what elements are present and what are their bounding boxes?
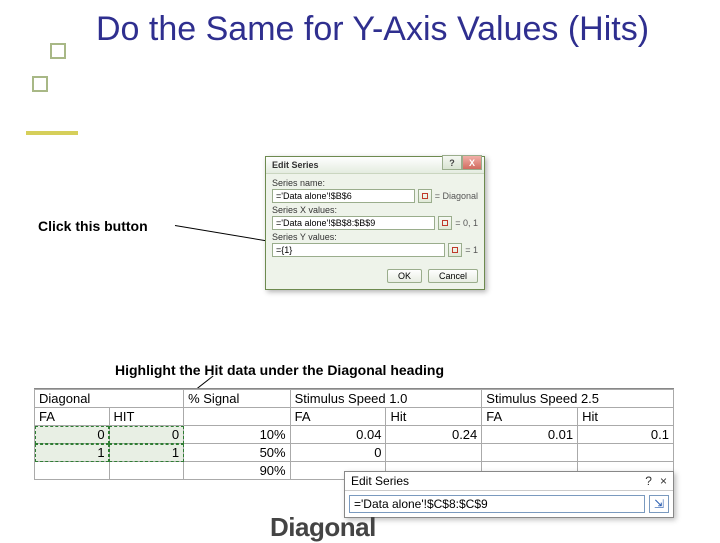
collapse-icon xyxy=(422,193,428,199)
data-row: 0 0 10% 0.04 0.24 0.01 0.1 xyxy=(35,426,674,444)
col-s10-hit: Hit xyxy=(386,408,482,426)
col-diag-fa: FA xyxy=(35,408,110,426)
collapse-y-button[interactable] xyxy=(448,243,462,257)
ok-button[interactable]: OK xyxy=(387,269,422,283)
cell-s10-hit[interactable] xyxy=(386,444,482,462)
collapse-icon xyxy=(442,220,448,226)
dialog-titlebar[interactable]: Edit Series ? X xyxy=(266,157,484,174)
cell-hit[interactable]: 0 xyxy=(109,426,184,444)
cell-s25-hit[interactable]: 0.1 xyxy=(578,426,674,444)
series-name-input[interactable] xyxy=(272,189,415,203)
mini-dialog-title: Edit Series xyxy=(351,474,409,488)
cell-signal[interactable]: 90% xyxy=(184,462,291,480)
range-reference-input[interactable] xyxy=(349,495,645,513)
series-x-label: Series X values: xyxy=(272,205,478,215)
dialog-title-text: Edit Series xyxy=(272,160,319,170)
group-diagonal: Diagonal xyxy=(35,390,184,408)
cell-s10-fa[interactable]: 0.04 xyxy=(290,426,386,444)
help-button[interactable]: ? xyxy=(645,474,652,488)
group-header-row: Diagonal % Signal Stimulus Speed 1.0 Sti… xyxy=(35,390,674,408)
col-s25-hit: Hit xyxy=(578,408,674,426)
cell-s25-hit[interactable] xyxy=(578,444,674,462)
collapse-icon xyxy=(452,247,458,253)
series-y-input[interactable] xyxy=(272,243,445,257)
expand-dialog-button[interactable]: ⇲ xyxy=(649,495,669,513)
series-x-result: = 0, 1 xyxy=(455,218,478,228)
group-stim25: Stimulus Speed 2.5 xyxy=(482,390,674,408)
bullet-decor xyxy=(32,76,48,92)
group-stim10: Stimulus Speed 1.0 xyxy=(290,390,482,408)
cutoff-heading: Diagonal xyxy=(270,512,376,543)
mini-dialog-titlebar[interactable]: Edit Series ? × xyxy=(345,472,673,491)
cell-fa[interactable]: 1 xyxy=(35,444,110,462)
collapse-name-button[interactable] xyxy=(418,189,432,203)
group-signal: % Signal xyxy=(184,390,291,408)
cell-s25-fa[interactable] xyxy=(482,444,578,462)
close-button[interactable]: X xyxy=(462,155,482,170)
cell-signal[interactable]: 50% xyxy=(184,444,291,462)
cell-s10-hit[interactable]: 0.24 xyxy=(386,426,482,444)
collapse-x-button[interactable] xyxy=(438,216,452,230)
series-name-result: = Diagonal xyxy=(435,191,478,201)
slide-title: Do the Same for Y-Axis Values (Hits) xyxy=(96,8,676,51)
close-button[interactable]: × xyxy=(660,474,667,488)
cell-fa[interactable]: 0 xyxy=(35,426,110,444)
cell-s10-fa[interactable]: 0 xyxy=(290,444,386,462)
series-y-result: = 1 xyxy=(465,245,478,255)
cancel-button[interactable]: Cancel xyxy=(428,269,478,283)
col-s10-fa: FA xyxy=(290,408,386,426)
series-y-label: Series Y values: xyxy=(272,232,478,242)
column-header-row: FA HIT FA Hit FA Hit xyxy=(35,408,674,426)
cell-s25-fa[interactable]: 0.01 xyxy=(482,426,578,444)
edit-series-collapsed-dialog: Edit Series ? × ⇲ xyxy=(344,471,674,518)
help-button[interactable]: ? xyxy=(442,155,462,170)
spreadsheet-snippet: Diagonal % Signal Stimulus Speed 1.0 Sti… xyxy=(34,388,674,480)
col-diag-hit: HIT xyxy=(109,408,184,426)
bullet-line-decor xyxy=(26,131,78,135)
col-signal xyxy=(184,408,291,426)
series-x-input[interactable] xyxy=(272,216,435,230)
cell-fa[interactable] xyxy=(35,462,110,480)
col-s25-fa: FA xyxy=(482,408,578,426)
instruction-click-button: Click this button xyxy=(38,218,148,234)
instruction-highlight-hit: Highlight the Hit data under the Diagona… xyxy=(115,362,444,378)
bullet-decor xyxy=(50,43,66,59)
data-row: 1 1 50% 0 xyxy=(35,444,674,462)
cell-hit[interactable]: 1 xyxy=(109,444,184,462)
cell-signal[interactable]: 10% xyxy=(184,426,291,444)
series-name-label: Series name: xyxy=(272,178,478,188)
cell-hit[interactable] xyxy=(109,462,184,480)
edit-series-dialog: Edit Series ? X Series name: = Diagonal … xyxy=(265,156,485,290)
